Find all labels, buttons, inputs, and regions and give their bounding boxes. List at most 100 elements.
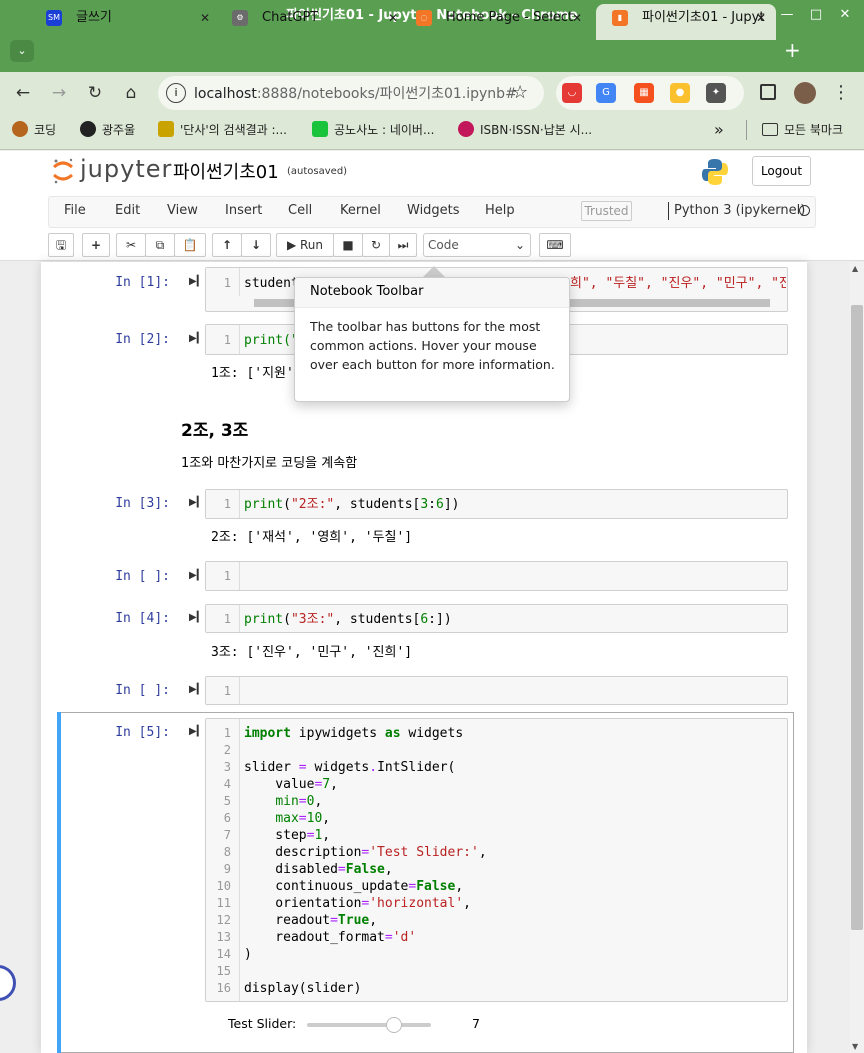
tab-close-icon[interactable]: ✕ <box>200 4 210 32</box>
menu-insert[interactable]: Insert <box>225 203 262 218</box>
line-number: 7 <box>223 828 231 842</box>
tab-4-active[interactable]: ▮ 파이썬기초01 - Jupyt ✕ <box>596 4 776 40</box>
code-text[interactable]: print("2조:", students[3:6]) <box>244 496 459 513</box>
save-icon[interactable]: 🖫 <box>48 233 74 257</box>
chatgpt-favicon-icon: ⚙ <box>232 10 248 26</box>
profile-avatar[interactable] <box>794 82 816 104</box>
divider <box>668 202 669 220</box>
site-info-icon[interactable]: i <box>166 83 186 103</box>
restart-run-all-icon[interactable]: ⏭ <box>389 233 417 257</box>
menu-edit[interactable]: Edit <box>115 203 140 218</box>
python-logo-icon <box>700 157 730 187</box>
interrupt-icon[interactable]: ■ <box>333 233 363 257</box>
reload-button[interactable]: ↻ <box>82 80 108 106</box>
slider-label: Test Slider: <box>228 1016 297 1031</box>
tab-close-icon[interactable]: ✕ <box>756 4 766 32</box>
code-text[interactable]: print("3조:", students[6:]) <box>244 611 452 628</box>
back-button[interactable]: ← <box>10 80 36 106</box>
jupyter-wordmark[interactable]: jupyter <box>80 155 172 183</box>
menu-widgets[interactable]: Widgets <box>407 203 460 218</box>
bookmark-isbn[interactable]: ISBN·ISSN·납본 시... <box>458 121 592 139</box>
add-cell-icon[interactable]: + <box>82 233 110 257</box>
menu-file[interactable]: File <box>64 203 86 218</box>
cell-type-select[interactable]: Code ⌄ <box>423 233 531 257</box>
run-cell-icon[interactable]: ▶▎ <box>189 684 204 698</box>
run-button[interactable]: ▶ Run <box>276 233 334 257</box>
pocket-icon[interactable]: ◡ <box>562 83 582 103</box>
jupyter-logo-icon[interactable] <box>52 157 74 185</box>
code-text[interactable]: student <box>244 275 299 292</box>
bookmarks-overflow-button[interactable]: » <box>714 121 724 139</box>
run-cell-icon[interactable]: ▶▎ <box>189 726 204 740</box>
translate-icon[interactable]: G <box>596 83 616 103</box>
layout-extension-icon[interactable]: ▦ <box>634 83 654 103</box>
notebook-name[interactable]: 파이썬기초01 <box>173 158 279 184</box>
run-cell-icon[interactable]: ▶▎ <box>189 612 204 626</box>
scroll-up-arrow-icon[interactable]: ▲ <box>852 264 858 273</box>
menu-kernel[interactable]: Kernel <box>340 203 381 218</box>
run-cell-icon[interactable]: ▶▎ <box>189 570 204 584</box>
extensions-puzzle-icon[interactable]: ✦ <box>706 83 726 103</box>
new-tab-button[interactable]: + <box>784 38 801 62</box>
line-number: 1 <box>206 325 240 354</box>
home-button[interactable]: ⌂ <box>118 80 144 106</box>
slider-handle[interactable] <box>385 1017 402 1033</box>
line-number: 6 <box>223 811 231 825</box>
restart-icon[interactable]: ↻ <box>362 233 390 257</box>
line-number: 12 <box>216 913 231 927</box>
logout-button[interactable]: Logout <box>752 156 811 186</box>
line-number: 10 <box>216 879 231 893</box>
bookmark-search[interactable]: '단사'의 검색결과 :... <box>158 121 287 139</box>
tab-close-icon[interactable]: ✕ <box>572 4 582 32</box>
menu-help[interactable]: Help <box>485 203 515 218</box>
forward-button[interactable]: → <box>46 80 72 106</box>
chrome-menu-icon[interactable]: ⋮ <box>832 82 850 103</box>
minimize-button[interactable]: — <box>772 0 802 32</box>
move-up-icon[interactable]: ↑ <box>212 233 242 257</box>
cell-prompt: In [ ]: <box>115 569 170 584</box>
bookmark-star-icon[interactable]: ☆ <box>512 82 528 103</box>
code-text[interactable]: print(" <box>244 332 299 349</box>
code-text[interactable]: import ipywidgets as widgets slider = wi… <box>244 725 487 997</box>
line-number: 2 <box>223 743 231 757</box>
command-palette-icon[interactable]: ⌨ <box>539 233 571 257</box>
run-cell-icon[interactable]: ▶▎ <box>189 276 204 290</box>
url-text[interactable]: localhost:8888/notebooks/파이썬기초01.ipynb# <box>194 83 517 103</box>
bookmark-gwangju[interactable]: 광주울 <box>80 121 135 139</box>
code-input[interactable] <box>205 676 788 705</box>
keep-extension-icon[interactable]: ● <box>670 83 690 103</box>
slider-track[interactable] <box>307 1023 431 1027</box>
tab-1[interactable]: SM 글쓰기 ✕ <box>30 4 220 40</box>
maximize-button[interactable]: □ <box>801 0 831 32</box>
trusted-indicator[interactable]: Trusted <box>581 201 632 221</box>
kernel-name[interactable]: Python 3 (ipykernel) <box>674 203 805 218</box>
menu-view[interactable]: View <box>167 203 198 218</box>
tab-close-icon[interactable]: ✕ <box>388 4 398 32</box>
run-cell-icon[interactable]: ▶▎ <box>189 497 204 511</box>
copy-icon[interactable]: ⧉ <box>145 233 175 257</box>
close-window-button[interactable]: ✕ <box>830 0 860 32</box>
code-input[interactable] <box>205 561 788 591</box>
all-bookmarks-button[interactable]: 모든 북마크 <box>762 121 843 139</box>
line-number: 15 <box>216 964 231 978</box>
line-number: 1 <box>206 677 240 704</box>
kernel-idle-icon <box>799 205 810 216</box>
scrollbar-thumb[interactable] <box>851 305 863 930</box>
tab-3[interactable]: ◌ Home Page - Select ✕ <box>400 4 592 40</box>
cell-prompt: In [5]: <box>115 725 170 740</box>
line-number: 4 <box>223 777 231 791</box>
side-panel-icon[interactable] <box>760 84 776 100</box>
bookmark-coding[interactable]: 코딩 <box>12 121 56 139</box>
move-down-icon[interactable]: ↓ <box>241 233 271 257</box>
line-number: 14 <box>216 947 231 961</box>
tab-2[interactable]: ⚙ ChatGPT ✕ <box>216 4 408 40</box>
code-text[interactable]: 희", "두칠", "진우", "민구", "진희 <box>570 275 786 292</box>
scroll-down-arrow-icon[interactable]: ▼ <box>852 1042 858 1051</box>
cut-icon[interactable]: ✂ <box>116 233 146 257</box>
jupyter-favicon-icon: ◌ <box>416 10 432 26</box>
bookmark-naver[interactable]: 공노사노 : 네이버... <box>312 121 434 139</box>
menu-cell[interactable]: Cell <box>288 203 312 218</box>
run-cell-icon[interactable]: ▶▎ <box>189 333 204 347</box>
paste-icon[interactable]: 📋 <box>174 233 206 257</box>
tab-search-button[interactable]: ⌄ <box>10 40 34 62</box>
